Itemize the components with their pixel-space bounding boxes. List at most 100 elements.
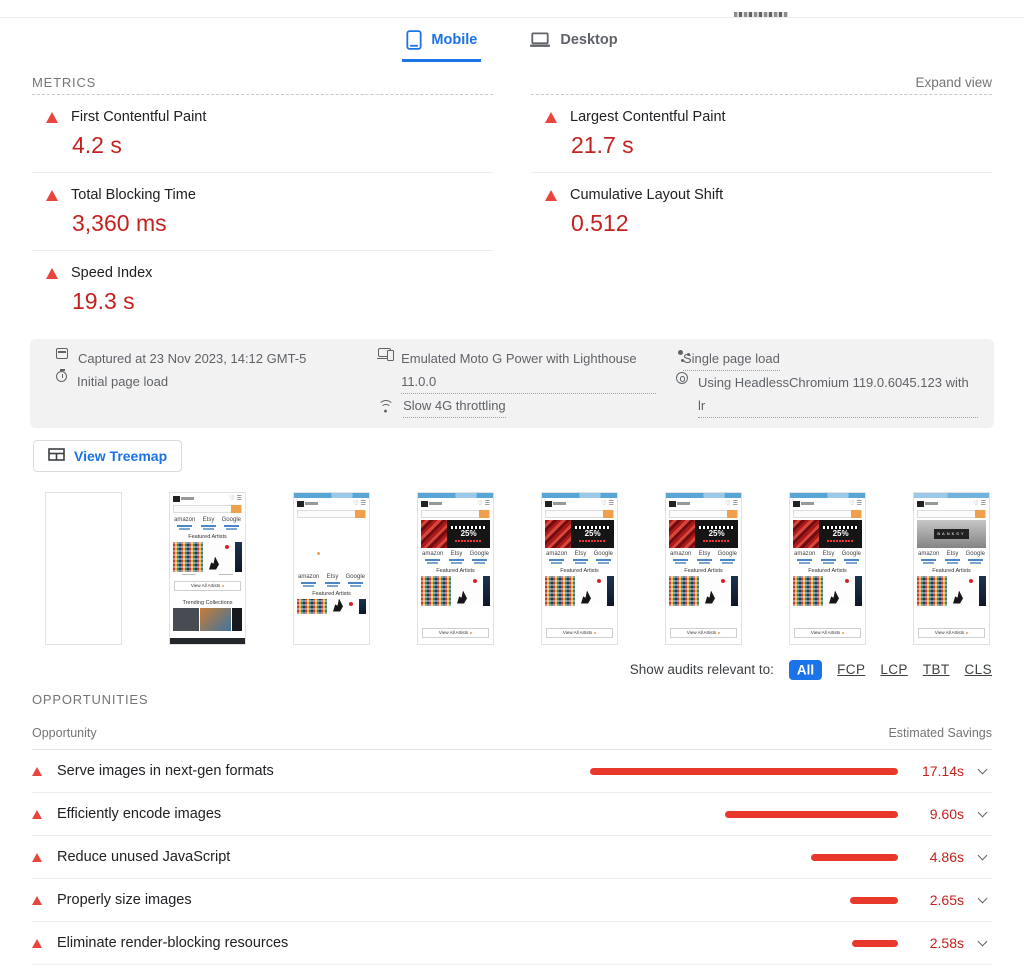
capture-item[interactable]: Using HeadlessChromium 119.0.6045.123 wi… (676, 371, 978, 418)
chevron-down-icon[interactable] (978, 765, 988, 775)
device-tabs: Mobile Desktop (0, 18, 1024, 62)
audit-filter-fcp[interactable]: FCP (837, 662, 865, 677)
thumb-art-banksy-girl (328, 599, 358, 614)
opportunity-label: Properly size images (57, 892, 192, 908)
thumb-link-bar (598, 562, 609, 564)
metrics-column-left: First Contentful Paint4.2 sTotal Blockin… (32, 94, 493, 328)
treemap-icon (48, 448, 65, 464)
thumb-red-balloon (845, 579, 849, 583)
capture-item-text: Initial page load (77, 370, 168, 393)
thumb-site-logo (793, 501, 800, 507)
metrics-column-right: Largest Contentful Paint21.7 sCumulative… (531, 94, 992, 328)
thumb-logo-name: Google (346, 574, 365, 580)
thumb-logo-name: amazon (298, 574, 319, 580)
chromium-icon (676, 372, 688, 384)
chevron-down-icon[interactable] (978, 937, 988, 947)
thumb-logo-name: amazon (794, 551, 815, 557)
audit-filter-tbt[interactable]: TBT (923, 662, 950, 677)
opportunity-column-header: Opportunity (32, 726, 97, 740)
thumb-sale-text: 25% (695, 520, 738, 548)
top-divider (0, 0, 1024, 18)
thumb-sale-strip (703, 540, 730, 542)
capture-item[interactable]: Slow 4G throttling (378, 394, 656, 418)
mobile-phone-icon (406, 30, 422, 50)
thumb-logo-name: Etsy (947, 551, 959, 557)
calendar-icon (56, 348, 68, 359)
thumb-banksy-label: BANKSY (934, 529, 968, 538)
thumb-logo-name: Etsy (823, 551, 835, 557)
capture-item-text[interactable]: Using HeadlessChromium 119.0.6045.123 wi… (698, 371, 978, 418)
thumb-site-logo (421, 501, 428, 507)
thumb-logo: Google (842, 551, 861, 564)
thumb-header-icon: ☰ (733, 501, 738, 507)
audit-filter-all[interactable]: All (789, 660, 822, 680)
chevron-down-icon[interactable] (978, 894, 988, 904)
capture-item[interactable]: Single page load (676, 347, 978, 371)
thumb-sale-percent: 25% (585, 530, 601, 538)
chevron-down-icon[interactable] (978, 851, 988, 861)
thumb-sale-collage (793, 520, 819, 548)
stopwatch-icon (56, 371, 67, 382)
thumb-trend-img (200, 608, 231, 631)
thumb-logo: Etsy (697, 551, 712, 564)
thumb-art-grid (421, 576, 451, 606)
thumb-site-logo (917, 501, 924, 507)
thumb-art-banksy-girl (452, 576, 482, 606)
opportunity-row[interactable]: Eliminate render-blocking resources2.58s (32, 922, 992, 965)
thumb-art-banksy-girl (700, 576, 730, 606)
thumb-link-bar (179, 528, 190, 530)
savings-bar-track (588, 940, 898, 947)
metric-name: Total Blocking Time (71, 187, 196, 203)
fail-triangle-icon (32, 853, 42, 862)
thumb-header-icon: ♡ (725, 501, 730, 507)
thumb-logo-name: amazon (918, 551, 939, 557)
thumb-logo: amazon (298, 574, 319, 587)
opportunity-row[interactable]: Reduce unused JavaScript4.86s (32, 836, 992, 879)
tab-desktop[interactable]: Desktop (525, 30, 621, 62)
expand-view-button[interactable]: Expand view (915, 75, 992, 90)
thumb-link-bar (722, 562, 733, 564)
savings-bar (590, 768, 898, 775)
thumb-artwork-row (914, 576, 989, 606)
audit-filter-lcp[interactable]: LCP (880, 662, 907, 677)
thumb-link-bar (596, 559, 611, 561)
thumb-art-labels (170, 574, 245, 576)
thumb-link-bar (945, 559, 960, 561)
thumb-artwork-row (542, 576, 617, 606)
thumb-header-icon: ♡ (849, 501, 854, 507)
thumb-link-bar (350, 585, 361, 587)
tab-mobile[interactable]: Mobile (402, 30, 481, 62)
thumb-header-icons: ♡☰ (477, 501, 490, 507)
thumb-logo-name: Google (470, 551, 489, 557)
network-throttle-icon (378, 399, 393, 413)
capture-column: Captured at 23 Nov 2023, 14:12 GMT-5Init… (56, 347, 358, 418)
capture-item-text[interactable]: Slow 4G throttling (403, 394, 506, 418)
thumb-header-icon: ☰ (609, 501, 614, 507)
thumb-logo-name: Etsy (451, 551, 463, 557)
opportunity-row[interactable]: Serve images in next-gen formats17.14s (32, 750, 992, 793)
capture-item[interactable]: Emulated Moto G Power with Lighthouse 11… (378, 347, 656, 394)
estimated-savings-value: 9.60s (902, 806, 964, 822)
opportunity-row[interactable]: Properly size images2.65s (32, 879, 992, 922)
thumb-art-sliver (731, 576, 738, 606)
savings-bar-track (588, 811, 898, 818)
capture-item: Initial page load (56, 370, 358, 393)
metric-card: Speed Index19.3 s (32, 250, 493, 328)
view-treemap-button[interactable]: View Treemap (33, 440, 182, 472)
thumb-header-icon: ☰ (485, 501, 490, 507)
thumb-header-icon: ♡ (601, 501, 606, 507)
thumb-logo-name: Etsy (575, 551, 587, 557)
thumb-header-icon: ☰ (857, 501, 862, 507)
thumb-logo-name: Google (842, 551, 861, 557)
opportunity-row[interactable]: Efficiently encode images9.60s (32, 793, 992, 836)
opportunity-label: Reduce unused JavaScript (57, 849, 230, 865)
thumb-artwork-row (790, 576, 865, 606)
thumb-header-icons: ♡☰ (725, 501, 738, 507)
capture-item-text[interactable]: Emulated Moto G Power with Lighthouse 11… (401, 347, 656, 394)
thumb-girl-silhouette (953, 591, 963, 604)
audit-filter-cls[interactable]: CLS (965, 662, 992, 677)
chevron-down-icon[interactable] (978, 808, 988, 818)
capture-item-text[interactable]: Single page load (683, 347, 780, 371)
thumb-red-balloon (225, 545, 229, 549)
fail-triangle-icon (545, 190, 557, 201)
